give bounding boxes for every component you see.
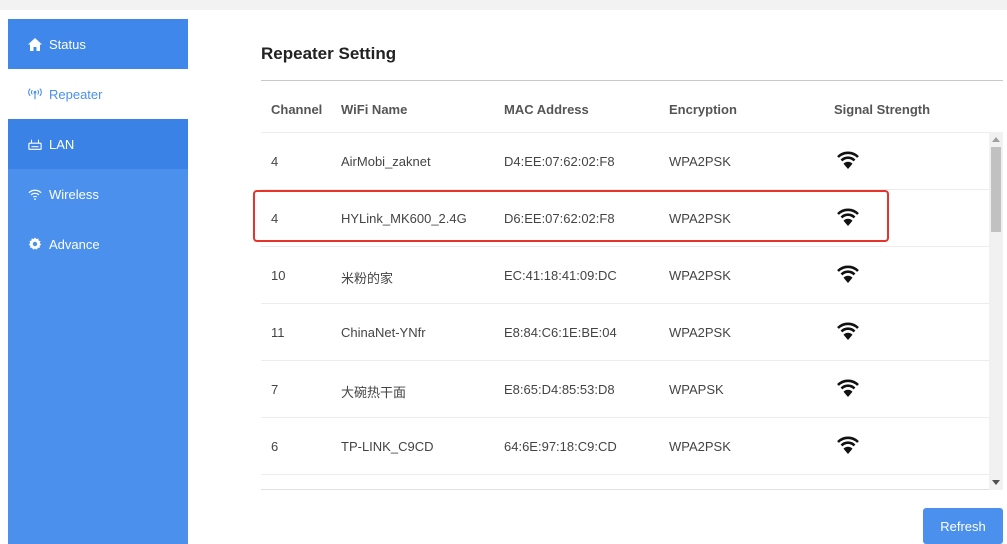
mac-address-cell: EC:41:18:41:09:DC <box>504 268 617 283</box>
column-header-encryption: Encryption <box>669 102 737 117</box>
channel-cell: 4 <box>271 211 279 226</box>
table-row[interactable]: 6 TP-LINK_C9CD 64:6E:97:18:C9:CD WPA2PSK <box>261 417 989 474</box>
column-header-wifi-name: WiFi Name <box>341 102 408 117</box>
channel-cell: 7 <box>271 382 279 397</box>
title-divider <box>261 80 1003 81</box>
wifi-name-cell: AirMobi_zaknet <box>341 154 431 169</box>
encryption-cell: WPA2PSK <box>669 211 731 226</box>
wifi-table-body: 4 AirMobi_zaknet D4:EE:07:62:02:F8 WPA2P… <box>261 132 989 489</box>
signal-strength-icon <box>837 208 859 226</box>
channel-cell: 11 <box>271 325 285 340</box>
table-row[interactable]: 10 米粉的家 EC:41:18:41:09:DC WPA2PSK <box>261 246 989 303</box>
page-title: Repeater Setting <box>261 44 397 63</box>
router-icon <box>28 137 42 151</box>
channel-cell: 6 <box>271 439 279 454</box>
sidebar-item-label: Status <box>49 36 86 52</box>
table-row[interactable]: 4 HYLink_MK600_2.4G D6:EE:07:62:02:F8 WP… <box>261 189 989 246</box>
table-row <box>261 474 989 489</box>
mac-address-cell: E8:84:C6:1E:BE:04 <box>504 325 617 340</box>
column-header-mac-address: MAC Address <box>504 102 589 117</box>
sidebar-item-lan[interactable]: LAN <box>8 119 188 169</box>
refresh-button[interactable]: Refresh <box>923 508 1003 544</box>
wifi-name-cell: HYLink_MK600_2.4G <box>341 211 467 226</box>
sidebar-item-label: Wireless <box>49 186 99 202</box>
wifi-name-cell: TP-LINK_C9CD <box>341 439 434 454</box>
column-header-signal-strength: Signal Strength <box>834 102 931 117</box>
mac-address-cell: D6:EE:07:62:02:F8 <box>504 211 615 226</box>
encryption-cell: WPA2PSK <box>669 154 731 169</box>
table-row[interactable]: 11 ChinaNet-YNfr E8:84:C6:1E:BE:04 WPA2P… <box>261 303 989 360</box>
table-row[interactable]: 4 AirMobi_zaknet D4:EE:07:62:02:F8 WPA2P… <box>261 132 989 189</box>
sidebar: Status Repeater LAN Wireless Advance <box>8 19 188 544</box>
sidebar-item-label: LAN <box>49 136 75 152</box>
gear-icon <box>28 237 42 251</box>
encryption-cell: WPA2PSK <box>669 268 731 283</box>
mac-address-cell: E8:65:D4:85:53:D8 <box>504 382 615 397</box>
wifi-name-cell: 大碗热干面 <box>341 385 407 400</box>
mac-address-cell: 64:6E:97:18:C9:CD <box>504 439 617 454</box>
sidebar-item-label: Repeater <box>49 86 103 102</box>
signal-strength-icon <box>837 322 859 340</box>
scroll-up-arrow-icon[interactable] <box>992 137 1000 142</box>
table-scrollbar[interactable] <box>989 132 1003 490</box>
wifi-icon <box>28 187 42 201</box>
signal-strength-icon <box>837 265 859 283</box>
table-header: Channel WiFi Name MAC Address Encryption… <box>261 86 989 132</box>
home-icon <box>28 37 42 51</box>
sidebar-item-label: Advance <box>49 236 100 252</box>
channel-cell: 10 <box>271 268 286 283</box>
sidebar-item-advance[interactable]: Advance <box>8 219 188 269</box>
signal-strength-icon <box>837 151 859 169</box>
wifi-name-cell: 米粉的家 <box>341 271 394 286</box>
encryption-cell: WPA2PSK <box>669 439 731 454</box>
table-bottom-divider <box>261 489 989 490</box>
repeater-icon <box>28 87 42 101</box>
column-header-channel: Channel <box>271 102 323 117</box>
sidebar-item-wireless[interactable]: Wireless <box>8 169 188 219</box>
wifi-name-cell: ChinaNet-YNfr <box>341 325 426 340</box>
signal-strength-icon <box>837 379 859 397</box>
scroll-down-arrow-icon[interactable] <box>992 480 1000 485</box>
encryption-cell: WPA2PSK <box>669 325 731 340</box>
encryption-cell: WPAPSK <box>669 382 724 397</box>
signal-strength-icon <box>837 436 859 454</box>
table-row[interactable]: 7 大碗热干面 E8:65:D4:85:53:D8 WPAPSK <box>261 360 989 417</box>
top-bar <box>0 0 1007 10</box>
channel-cell: 4 <box>271 154 279 169</box>
mac-address-cell: D4:EE:07:62:02:F8 <box>504 154 615 169</box>
sidebar-item-repeater[interactable]: Repeater <box>8 69 188 119</box>
sidebar-item-status[interactable]: Status <box>8 19 188 69</box>
scroll-thumb[interactable] <box>991 147 1001 232</box>
